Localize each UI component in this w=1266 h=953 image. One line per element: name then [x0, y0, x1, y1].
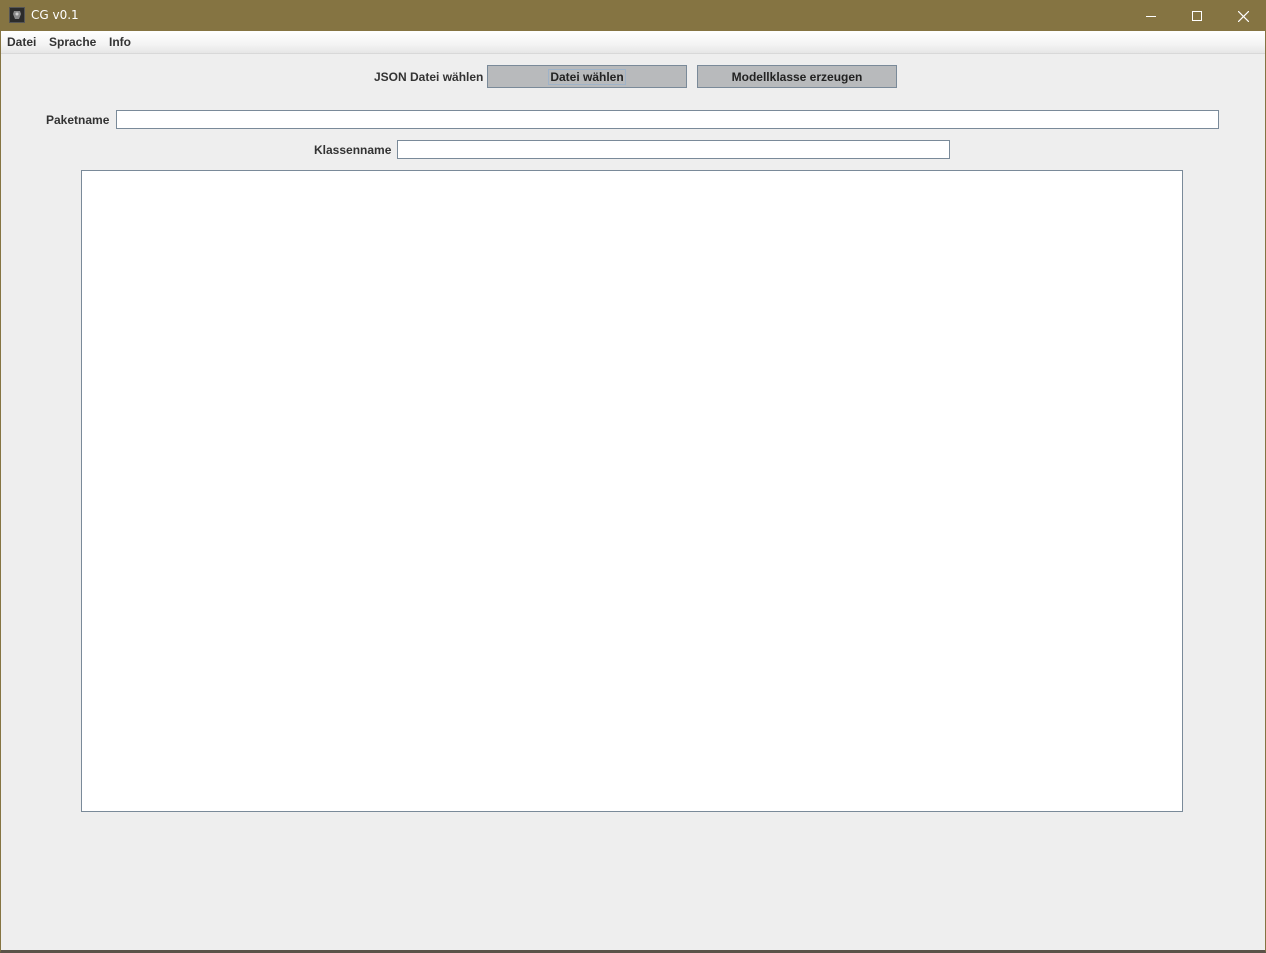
generate-model-class-button[interactable]: Modellklasse erzeugen	[697, 65, 897, 88]
class-name-label: Klassenname	[314, 143, 392, 157]
output-text-area[interactable]	[81, 170, 1183, 812]
close-button[interactable]	[1220, 1, 1266, 31]
menu-sprache[interactable]: Sprache	[49, 35, 96, 49]
maximize-button[interactable]	[1174, 1, 1220, 31]
class-name-input[interactable]	[397, 140, 950, 159]
generate-model-class-button-label: Modellklasse erzeugen	[731, 69, 863, 84]
menu-bar: Datei Sprache Info	[1, 31, 1265, 54]
menu-datei[interactable]: Datei	[7, 35, 36, 49]
menu-info[interactable]: Info	[109, 35, 131, 49]
minimize-button[interactable]	[1128, 1, 1174, 31]
app-window: CG v0.1 Datei Sprache Info JSON Datei wä…	[0, 0, 1266, 953]
title-bar[interactable]: CG v0.1	[1, 1, 1265, 31]
choose-file-button[interactable]: Datei wählen	[487, 65, 687, 88]
app-icon	[9, 7, 25, 23]
package-name-label: Paketname	[46, 113, 110, 127]
close-icon	[1237, 10, 1249, 22]
choose-file-button-label: Datei wählen	[548, 68, 626, 85]
window-title: CG v0.1	[31, 8, 79, 22]
maximize-icon	[1192, 11, 1202, 21]
package-name-input[interactable]	[116, 110, 1219, 129]
minimize-icon	[1146, 11, 1156, 21]
json-file-label: JSON Datei wählen	[374, 70, 484, 84]
